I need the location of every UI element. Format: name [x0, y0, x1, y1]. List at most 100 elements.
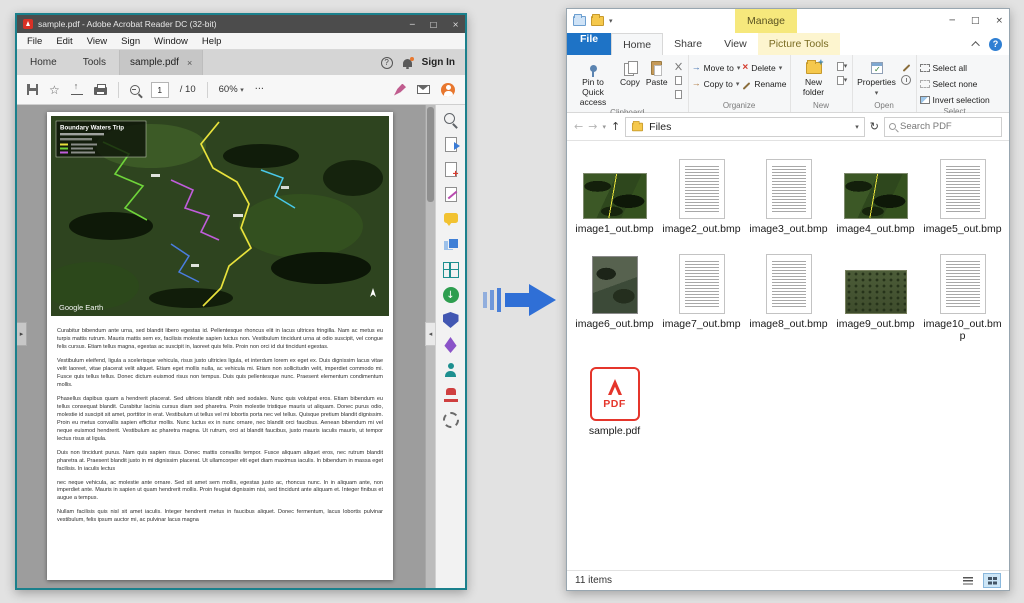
select-all-button[interactable]: Select all: [920, 61, 990, 74]
send-mail-icon[interactable]: [417, 85, 430, 94]
history-button[interactable]: [900, 74, 913, 86]
breadcrumb[interactable]: Files ▾: [625, 117, 865, 137]
file-item[interactable]: image1_out.bmp: [571, 153, 658, 236]
help-icon[interactable]: ?: [989, 38, 1002, 51]
more-tools-icon[interactable]: ···: [255, 84, 264, 95]
zoom-out-icon[interactable]: [130, 85, 140, 95]
export-pdf-icon[interactable]: [443, 137, 459, 153]
vertical-scrollbar[interactable]: [425, 105, 435, 588]
search-input[interactable]: [900, 121, 997, 132]
more-tools-gear-icon[interactable]: [443, 412, 459, 428]
account-avatar[interactable]: [441, 83, 455, 97]
search-box[interactable]: [884, 117, 1002, 137]
save-icon[interactable]: [27, 84, 38, 95]
request-signatures-icon[interactable]: [443, 362, 459, 378]
close-button[interactable]: ×: [995, 16, 1003, 26]
item-count: 11 items: [575, 575, 612, 586]
qat-customize-icon[interactable]: ▾: [609, 17, 613, 25]
properties-button[interactable]: Properties ▾: [856, 57, 898, 98]
sign-pen-icon[interactable]: [394, 84, 406, 96]
organize-pages-icon[interactable]: [443, 262, 459, 278]
file-item[interactable]: image5_out.bmp: [919, 153, 1006, 236]
minimize-ribbon-icon[interactable]: [971, 41, 979, 49]
sign-in-button[interactable]: Sign In: [422, 57, 455, 68]
easy-access-button[interactable]: ▾: [836, 74, 849, 86]
menu-edit[interactable]: Edit: [50, 35, 78, 48]
menu-file[interactable]: File: [21, 35, 48, 48]
file-item[interactable]: image4_out.bmp: [832, 153, 919, 236]
comment-icon[interactable]: [443, 212, 459, 228]
minimize-button[interactable]: ─: [410, 20, 415, 29]
cut-button[interactable]: [672, 60, 685, 72]
file-item[interactable]: image3_out.bmp: [745, 153, 832, 236]
menu-window[interactable]: Window: [148, 35, 194, 48]
maximize-button[interactable]: □: [430, 20, 438, 29]
copy-path-button[interactable]: [672, 74, 685, 86]
invert-selection-button[interactable]: Invert selection: [920, 93, 990, 106]
notifications-bell-icon[interactable]: [403, 59, 412, 67]
create-pdf-icon[interactable]: [443, 162, 459, 178]
tab-share[interactable]: Share: [663, 33, 713, 55]
help-icon[interactable]: ?: [381, 57, 393, 69]
combine-files-icon[interactable]: [443, 237, 459, 253]
tab-picture-tools[interactable]: Picture Tools: [758, 33, 840, 55]
details-view-button[interactable]: [959, 573, 977, 588]
quick-access-folder-icon[interactable]: [591, 16, 604, 26]
copy-to-button[interactable]: → Copy to▾: [692, 77, 741, 90]
close-button[interactable]: ×: [452, 20, 459, 29]
close-tab-icon[interactable]: ×: [187, 58, 192, 68]
thumbnails-view-button[interactable]: [983, 573, 1001, 588]
breadcrumb-location[interactable]: Files: [649, 121, 671, 133]
manage-contextual-badge[interactable]: Manage: [735, 9, 797, 33]
file-item[interactable]: image6_out.bmp: [571, 248, 658, 343]
file-item[interactable]: image9_out.bmp: [832, 248, 919, 343]
maximize-button[interactable]: □: [971, 16, 980, 26]
tools-pane-collapse-button[interactable]: ◂: [425, 322, 435, 346]
menu-view[interactable]: View: [81, 35, 113, 48]
minimize-button[interactable]: ─: [950, 16, 955, 26]
edit-button[interactable]: [900, 60, 913, 72]
share-icon[interactable]: [71, 84, 83, 95]
address-dropdown-icon[interactable]: ▾: [855, 123, 859, 131]
file-item[interactable]: PDF sample.pdf: [571, 355, 658, 438]
protect-pdf-icon[interactable]: [443, 312, 459, 328]
file-item[interactable]: image10_out.bmp: [919, 248, 1006, 343]
tab-home[interactable]: Home: [17, 50, 70, 75]
search-icon[interactable]: [443, 112, 459, 128]
paste-button[interactable]: Paste: [644, 57, 670, 88]
file-item[interactable]: image2_out.bmp: [658, 153, 745, 236]
edit-pdf-icon[interactable]: [443, 187, 459, 203]
tab-view[interactable]: View: [713, 33, 758, 55]
page-number-input[interactable]: [151, 82, 169, 98]
tab-home[interactable]: Home: [611, 33, 663, 55]
star-icon[interactable]: ☆: [49, 84, 60, 96]
new-item-button[interactable]: ▾: [836, 60, 849, 72]
menu-sign[interactable]: Sign: [115, 35, 146, 48]
select-none-button[interactable]: Select none: [920, 77, 990, 90]
forward-button[interactable]: →: [588, 120, 597, 133]
pin-to-quick-access-button[interactable]: Pin to Quick access: [570, 57, 616, 107]
tab-document[interactable]: sample.pdf ×: [119, 50, 203, 75]
stamp-icon[interactable]: [443, 387, 459, 403]
rename-button[interactable]: Rename: [742, 77, 786, 90]
fill-sign-icon[interactable]: [443, 337, 459, 353]
refresh-button[interactable]: ↻: [870, 120, 879, 133]
menu-help[interactable]: Help: [196, 35, 228, 48]
delete-button[interactable]: × Delete▾: [742, 61, 786, 74]
scrollbar-thumb[interactable]: [427, 107, 434, 202]
file-item[interactable]: image7_out.bmp: [658, 248, 745, 343]
left-pane-expand-button[interactable]: ▸: [17, 322, 27, 346]
zoom-level-dropdown[interactable]: 60% ▾: [219, 84, 244, 95]
move-to-button[interactable]: → Move to▾: [692, 61, 741, 74]
compress-pdf-icon[interactable]: ↓: [443, 287, 459, 303]
tab-tools[interactable]: Tools: [70, 50, 119, 75]
file-item[interactable]: image8_out.bmp: [745, 248, 832, 343]
print-icon[interactable]: [94, 87, 107, 95]
new-folder-button[interactable]: New folder: [794, 57, 834, 98]
tab-file[interactable]: File: [567, 33, 611, 55]
copy-button[interactable]: Copy: [618, 57, 642, 88]
up-button[interactable]: ↑: [611, 120, 620, 133]
paste-shortcut-button[interactable]: [672, 88, 685, 100]
recent-locations-icon[interactable]: ▾: [602, 123, 606, 131]
back-button[interactable]: ←: [574, 120, 583, 133]
